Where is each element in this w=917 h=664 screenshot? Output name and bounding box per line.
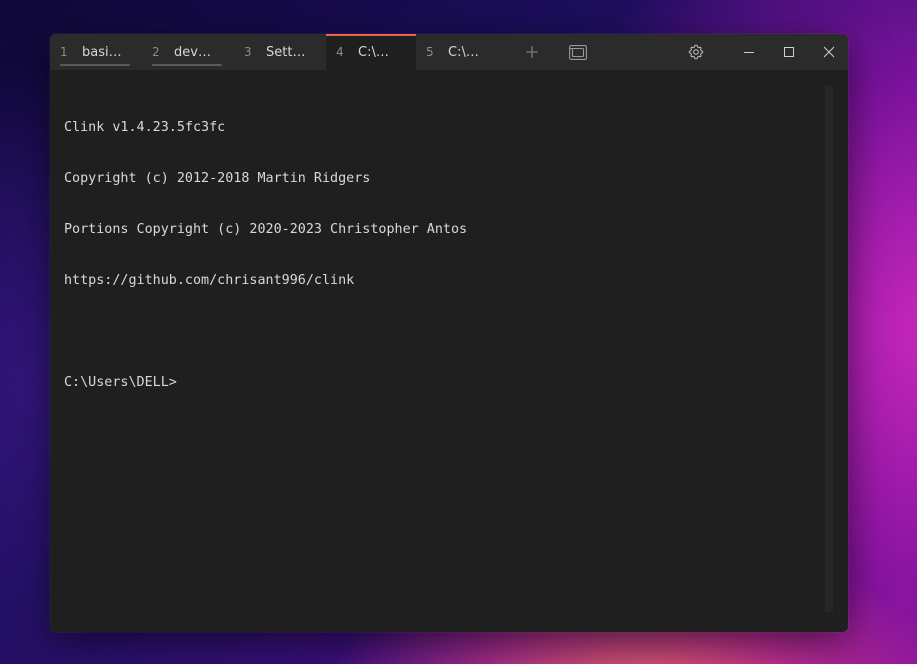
tab-5[interactable]: 5 C:\… bbox=[416, 34, 508, 70]
tab-1[interactable]: 1 basi… bbox=[50, 34, 142, 70]
tab-4[interactable]: 4 C:\… bbox=[326, 34, 416, 70]
tab-2[interactable]: 2 dev… bbox=[142, 34, 234, 70]
tab-number: 2 bbox=[152, 45, 160, 59]
terminal-line: https://github.com/chrisant996/clink bbox=[64, 273, 355, 288]
tab-label: basi… bbox=[82, 44, 122, 60]
terminal-prompt: C:\Users\DELL> bbox=[64, 375, 177, 390]
terminal-pane[interactable]: Clink v1.4.23.5fc3fc Copyright (c) 2012-… bbox=[50, 70, 848, 632]
close-icon bbox=[823, 46, 835, 58]
tab-indicator bbox=[60, 64, 130, 66]
tab-number: 3 bbox=[244, 45, 252, 59]
settings-button[interactable] bbox=[679, 34, 713, 70]
tab-label: Sett… bbox=[266, 44, 306, 60]
gear-icon bbox=[688, 44, 704, 60]
plus-icon bbox=[526, 46, 538, 58]
tab-label: dev… bbox=[174, 44, 211, 60]
tab-number: 5 bbox=[426, 45, 434, 59]
tab-label: C:\… bbox=[358, 44, 389, 60]
vertical-scrollbar[interactable] bbox=[825, 85, 833, 612]
tab-number: 1 bbox=[60, 45, 68, 59]
terminal-line: Copyright (c) 2012-2018 Martin Ridgers bbox=[64, 171, 371, 186]
tab-label: C:\… bbox=[448, 44, 479, 60]
title-bar: 1 basi… 2 dev… 3 Sett… 4 C:\… 5 C:\… bbox=[50, 34, 848, 70]
maximize-button[interactable] bbox=[771, 34, 807, 70]
active-tab-accent bbox=[326, 34, 416, 36]
tab-overview-button[interactable] bbox=[562, 34, 594, 70]
tab-indicator bbox=[152, 64, 222, 66]
terminal-line: Clink v1.4.23.5fc3fc bbox=[64, 120, 226, 135]
terminal-line: Portions Copyright (c) 2020-2023 Christo… bbox=[64, 222, 468, 237]
close-button[interactable] bbox=[811, 34, 847, 70]
maximize-icon bbox=[784, 47, 794, 57]
new-tab-button[interactable] bbox=[516, 34, 548, 70]
tab-3[interactable]: 3 Sett… bbox=[234, 34, 326, 70]
terminal-output: Clink v1.4.23.5fc3fc Copyright (c) 2012-… bbox=[64, 85, 467, 425]
tab-number: 4 bbox=[336, 45, 344, 59]
tab-overview-icon bbox=[569, 44, 587, 60]
minimize-button[interactable] bbox=[731, 34, 767, 70]
terminal-window: 1 basi… 2 dev… 3 Sett… 4 C:\… 5 C:\… Cli… bbox=[50, 34, 848, 632]
minimize-icon bbox=[744, 52, 754, 53]
